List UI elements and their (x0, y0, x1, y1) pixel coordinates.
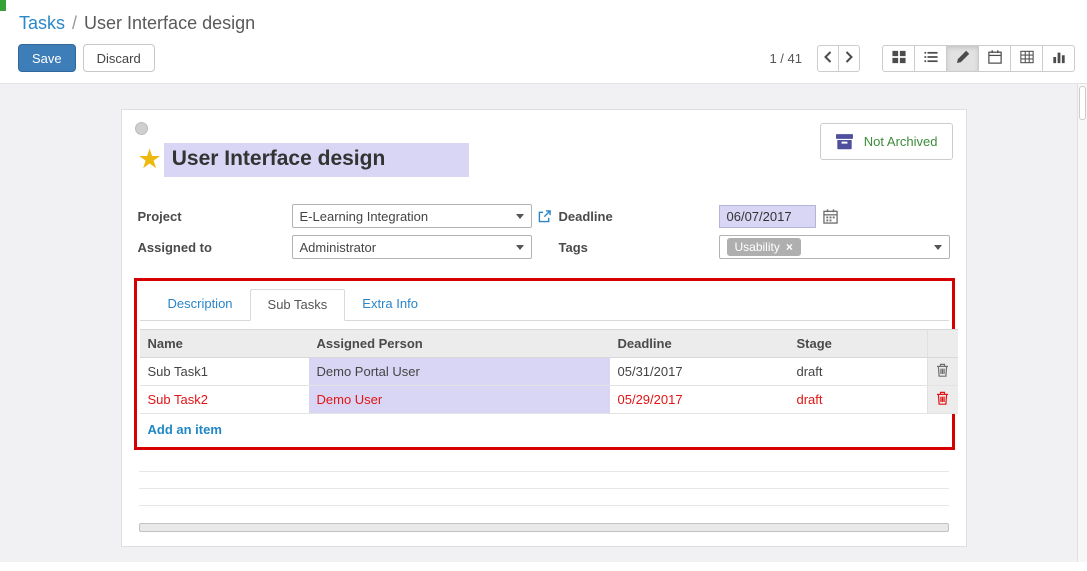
delete-row-button[interactable] (936, 391, 949, 408)
delete-row-button[interactable] (936, 363, 949, 380)
tab-description[interactable]: Description (151, 289, 250, 320)
breadcrumb-tasks-link[interactable]: Tasks (19, 13, 65, 33)
table-row: Sub Task2 Demo User 05/29/2017 draft (140, 386, 958, 414)
add-an-item-link[interactable]: Add an item (140, 414, 949, 447)
control-bar: Save Discard 1 / 41 (0, 34, 1087, 84)
task-form-sheet: Not Archived ★ User Interface design Pro… (121, 109, 967, 547)
pager-previous-button[interactable] (817, 45, 839, 72)
empty-description-area (139, 471, 949, 522)
notebook-tabs: Description Sub Tasks Extra Info (140, 289, 949, 321)
breadcrumb-separator: / (72, 13, 77, 33)
assigned-to-select-value: Administrator (300, 240, 377, 255)
external-link-icon[interactable] (538, 210, 551, 223)
datepicker-calendar-icon[interactable] (823, 209, 838, 224)
tags-select[interactable]: Usability × (719, 235, 950, 259)
form-view-button[interactable] (946, 45, 979, 72)
pivot-table-icon (1020, 50, 1034, 67)
assigned-to-select[interactable]: Administrator (292, 235, 532, 259)
vertical-scrollbar-thumb[interactable] (1079, 86, 1086, 120)
cell-name[interactable]: Sub Task2 (140, 386, 309, 414)
kanban-view-button[interactable] (882, 45, 915, 72)
deadline-field-label: Deadline (559, 209, 719, 224)
subtasks-table: Name Assigned Person Deadline Stage Sub … (140, 329, 958, 414)
tab-sub-tasks[interactable]: Sub Tasks (250, 289, 346, 321)
breadcrumb-current: User Interface design (84, 13, 255, 33)
form-view-area: Not Archived ★ User Interface design Pro… (0, 84, 1087, 562)
column-header-actions (928, 330, 958, 358)
empty-line (139, 471, 949, 488)
column-header-assigned-person[interactable]: Assigned Person (309, 330, 610, 358)
column-header-stage[interactable]: Stage (789, 330, 928, 358)
table-header-row: Name Assigned Person Deadline Stage (140, 330, 958, 358)
cell-assigned-person[interactable]: Demo User (309, 386, 610, 414)
cell-stage[interactable]: draft (789, 386, 928, 414)
empty-line (139, 488, 949, 505)
list-icon (924, 50, 938, 67)
app-header: Tasks / User Interface design Save Discard… (0, 0, 1087, 84)
chevron-left-icon (824, 51, 832, 66)
save-button[interactable]: Save (18, 44, 76, 72)
pager-counter[interactable]: 1 / 41 (769, 51, 802, 66)
archive-status-label: Not Archived (864, 134, 938, 149)
cell-actions (928, 386, 958, 414)
view-switcher (882, 45, 1075, 72)
deadline-date-input[interactable]: 06/07/2017 (719, 205, 816, 228)
assigned-to-field-label: Assigned to (138, 240, 292, 255)
edit-pencil-icon (956, 50, 970, 67)
horizontal-scrollbar[interactable] (139, 523, 949, 532)
priority-star-icon[interactable]: ★ (138, 143, 162, 175)
trash-icon (936, 363, 949, 380)
discard-button[interactable]: Discard (83, 44, 155, 72)
field-grid: Project E-Learning Integration Assigned … (138, 204, 950, 266)
calendar-icon (988, 50, 1002, 67)
table-row: Sub Task1 Demo Portal User 05/31/2017 dr… (140, 358, 958, 386)
tag-pill-usability: Usability × (727, 238, 801, 256)
cell-assigned-person[interactable]: Demo Portal User (309, 358, 610, 386)
empty-line (139, 505, 949, 522)
task-title-input[interactable]: User Interface design (164, 143, 469, 177)
tag-label: Usability (735, 240, 780, 254)
cell-deadline[interactable]: 05/29/2017 (610, 386, 789, 414)
pager-nav-group (817, 45, 860, 72)
trash-icon (936, 391, 949, 408)
archive-box-icon (835, 132, 854, 151)
breadcrumb: Tasks / User Interface design (0, 0, 1087, 34)
list-view-button[interactable] (914, 45, 947, 72)
pager-next-button[interactable] (838, 45, 860, 72)
annotation-highlight: Description Sub Tasks Extra Info Name As… (134, 278, 955, 450)
graph-view-button[interactable] (1042, 45, 1075, 72)
column-header-deadline[interactable]: Deadline (610, 330, 789, 358)
cell-stage[interactable]: draft (789, 358, 928, 386)
project-select[interactable]: E-Learning Integration (292, 204, 532, 228)
cell-deadline[interactable]: 05/31/2017 (610, 358, 789, 386)
project-field-label: Project (138, 209, 292, 224)
tag-remove-icon[interactable]: × (786, 240, 793, 254)
cell-name[interactable]: Sub Task1 (140, 358, 309, 386)
kanban-state-circle (135, 122, 148, 135)
cell-actions (928, 358, 958, 386)
kanban-icon (892, 50, 906, 67)
bar-chart-icon (1052, 50, 1066, 67)
project-select-value: E-Learning Integration (300, 209, 429, 224)
tab-extra-info[interactable]: Extra Info (345, 289, 435, 320)
column-header-name[interactable]: Name (140, 330, 309, 358)
browser-edge-artifact-green (0, 0, 6, 11)
chevron-right-icon (845, 51, 853, 66)
vertical-scrollbar[interactable] (1077, 84, 1087, 562)
pivot-view-button[interactable] (1010, 45, 1043, 72)
archive-toggle-button[interactable]: Not Archived (820, 123, 953, 160)
tags-field-label: Tags (559, 240, 719, 255)
calendar-view-button[interactable] (978, 45, 1011, 72)
